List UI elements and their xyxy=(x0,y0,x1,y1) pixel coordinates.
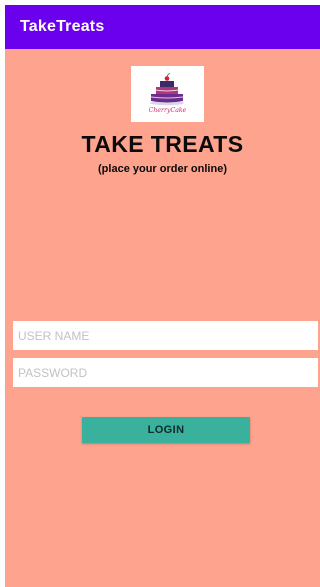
username-input[interactable] xyxy=(13,321,318,350)
brand-title: TAKE TREATS xyxy=(81,131,244,157)
cake-logo-graphic: CherryCake xyxy=(149,73,187,114)
brand-subtitle: (place your order online) xyxy=(98,163,227,175)
app-title: TakeTreats xyxy=(20,18,105,35)
logo-wordmark: CherryCake xyxy=(149,107,187,114)
login-button[interactable]: LOGIN xyxy=(82,417,250,443)
app-bar: TakeTreats xyxy=(5,5,320,49)
cake-logo-icon: CherryCake xyxy=(131,66,204,122)
password-input[interactable] xyxy=(13,358,318,387)
app-screen: TakeTreats CherryCake TAKE TREATS (place… xyxy=(5,5,320,587)
